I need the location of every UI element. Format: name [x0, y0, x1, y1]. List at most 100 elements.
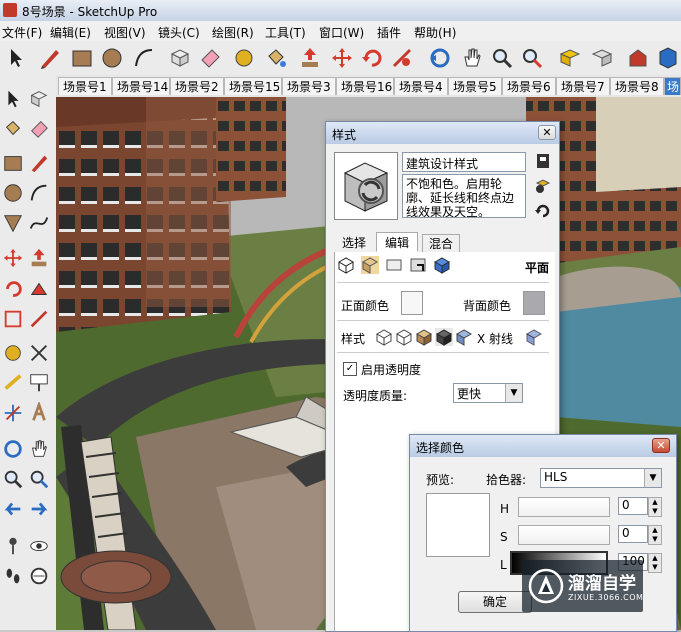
wireframe-style-icon[interactable]: [375, 328, 393, 346]
zoom-icon[interactable]: [490, 46, 514, 70]
move-icon[interactable]: [330, 46, 354, 70]
ok-button[interactable]: 确定: [458, 591, 532, 613]
paint-tool-icon[interactable]: [2, 118, 24, 140]
protractor-tool-icon[interactable]: [2, 372, 24, 394]
shaded-textures-style-icon[interactable]: [435, 328, 453, 346]
menu-plugins[interactable]: 插件: [377, 24, 401, 41]
select-arrow-icon[interactable]: [4, 46, 28, 70]
s-value-field[interactable]: 0: [618, 525, 648, 543]
follow-me-tool-icon[interactable]: [28, 278, 50, 300]
l-spinner-icon[interactable]: ▲ ▼: [648, 553, 662, 573]
zoom-window-tool-icon[interactable]: [28, 468, 50, 490]
select-tool-icon[interactable]: [2, 88, 24, 110]
arc-tool-icon[interactable]: [28, 182, 50, 204]
orbit-tool-icon[interactable]: [2, 438, 24, 460]
refresh-style-icon[interactable]: [534, 202, 552, 220]
menu-view[interactable]: 视图(V): [104, 24, 146, 41]
quality-select[interactable]: 更快 ▼: [453, 383, 523, 403]
zoom-tool-icon[interactable]: [2, 468, 24, 490]
transparency-checkbox[interactable]: ✓: [343, 362, 357, 376]
h-slider[interactable]: [518, 497, 610, 517]
chevron-down-icon[interactable]: ▼: [644, 469, 661, 487]
offset-icon[interactable]: [390, 46, 414, 70]
create-style-icon[interactable]: [534, 176, 552, 194]
previous-view-tool-icon[interactable]: [2, 498, 24, 520]
chevron-down-icon[interactable]: ▼: [505, 384, 522, 402]
front-color-swatch[interactable]: [401, 291, 423, 315]
tab-scene-8[interactable]: 场景号8: [610, 77, 664, 95]
tab-scene-active[interactable]: 场: [664, 77, 681, 95]
rotate-icon[interactable]: [360, 46, 384, 70]
update-style-icon[interactable]: [534, 152, 552, 170]
tab-scene-2[interactable]: 场景号2: [170, 77, 224, 95]
menu-window[interactable]: 窗口(W): [319, 24, 364, 41]
3d-text-tool-icon[interactable]: [28, 402, 50, 424]
rectangle-tool-icon[interactable]: [2, 152, 24, 174]
warehouse-icon[interactable]: [626, 46, 650, 70]
monochrome-style-icon[interactable]: [455, 328, 473, 346]
modeling-settings-icon[interactable]: [433, 256, 451, 274]
section-plane-tool-icon[interactable]: [28, 565, 50, 587]
tab-scene-5[interactable]: 场景号5: [448, 77, 502, 95]
tab-scene-1[interactable]: 场景号1: [58, 77, 112, 95]
look-around-eye-icon[interactable]: [28, 535, 50, 557]
rotate-tool-icon[interactable]: [2, 278, 24, 300]
tape-tool-icon[interactable]: [2, 342, 24, 364]
pencil-line-icon[interactable]: [38, 46, 62, 70]
dimension-tool-icon[interactable]: [28, 342, 50, 364]
make-component-icon[interactable]: [168, 46, 192, 70]
s-spinner-icon[interactable]: ▲ ▼: [648, 525, 662, 545]
watermark-settings-icon[interactable]: [409, 256, 427, 274]
tab-scene-14[interactable]: 场景号14: [112, 77, 170, 95]
face-settings-icon[interactable]: [361, 256, 379, 274]
paint-bucket-icon[interactable]: [264, 46, 288, 70]
get-models-icon[interactable]: [558, 46, 582, 70]
background-settings-icon[interactable]: [385, 256, 403, 274]
close-icon[interactable]: ✕: [538, 125, 556, 140]
share-model-icon[interactable]: [590, 46, 614, 70]
pan-hand-icon[interactable]: [460, 46, 484, 70]
axes-tool-icon[interactable]: [2, 402, 24, 424]
tape-measure-icon[interactable]: [232, 46, 256, 70]
xray-style-icon[interactable]: [525, 328, 543, 346]
tab-scene-6[interactable]: 场景号6: [502, 77, 556, 95]
extension-icon[interactable]: [656, 46, 680, 70]
eraser-tool-icon[interactable]: [28, 118, 50, 140]
circle-tool-icon[interactable]: [2, 182, 24, 204]
tab-scene-3[interactable]: 场景号3: [282, 77, 336, 95]
move-tool-icon[interactable]: [2, 247, 24, 269]
hidden-line-style-icon[interactable]: [395, 328, 413, 346]
push-pull-tool-icon[interactable]: [28, 247, 50, 269]
position-camera-tool-icon[interactable]: [2, 535, 24, 557]
line-tool-icon[interactable]: [28, 152, 50, 174]
shaded-style-icon[interactable]: [415, 328, 433, 346]
style-description-field[interactable]: 不饱和色。启用轮廓、延长线和终点边线效果及天空。: [402, 174, 526, 218]
freehand-tool-icon[interactable]: [28, 212, 50, 234]
component-tool-icon[interactable]: [28, 88, 50, 110]
tab-scene-4[interactable]: 场景号4: [394, 77, 448, 95]
menu-tools[interactable]: 工具(T): [265, 24, 306, 41]
h-value-field[interactable]: 0: [618, 497, 648, 515]
tab-select[interactable]: 选择: [336, 234, 372, 251]
circle-icon[interactable]: [100, 46, 124, 70]
back-color-swatch[interactable]: [523, 291, 545, 315]
menu-camera[interactable]: 镜头(C): [158, 24, 200, 41]
text-tool-icon[interactable]: [28, 372, 50, 394]
edge-settings-icon[interactable]: [337, 256, 355, 274]
orbit-icon[interactable]: [428, 46, 452, 70]
tab-scene-7[interactable]: 场景号7: [556, 77, 610, 95]
h-spinner-icon[interactable]: ▲ ▼: [648, 497, 662, 517]
tab-scene-15[interactable]: 场景号15: [224, 77, 282, 95]
offset-tool-icon[interactable]: [28, 308, 50, 330]
menu-file[interactable]: 文件(F): [2, 24, 42, 41]
s-slider[interactable]: [518, 525, 610, 545]
rectangle-icon[interactable]: [70, 46, 94, 70]
menu-draw[interactable]: 绘图(R): [212, 24, 254, 41]
polygon-tool-icon[interactable]: [2, 212, 24, 234]
eraser-icon[interactable]: [198, 46, 222, 70]
pan-tool-icon[interactable]: [28, 438, 50, 460]
tab-mix[interactable]: 混合: [422, 234, 461, 252]
zoom-extents-icon[interactable]: [520, 46, 544, 70]
menu-help[interactable]: 帮助(H): [414, 24, 456, 41]
tab-edit[interactable]: 编辑: [376, 232, 419, 252]
